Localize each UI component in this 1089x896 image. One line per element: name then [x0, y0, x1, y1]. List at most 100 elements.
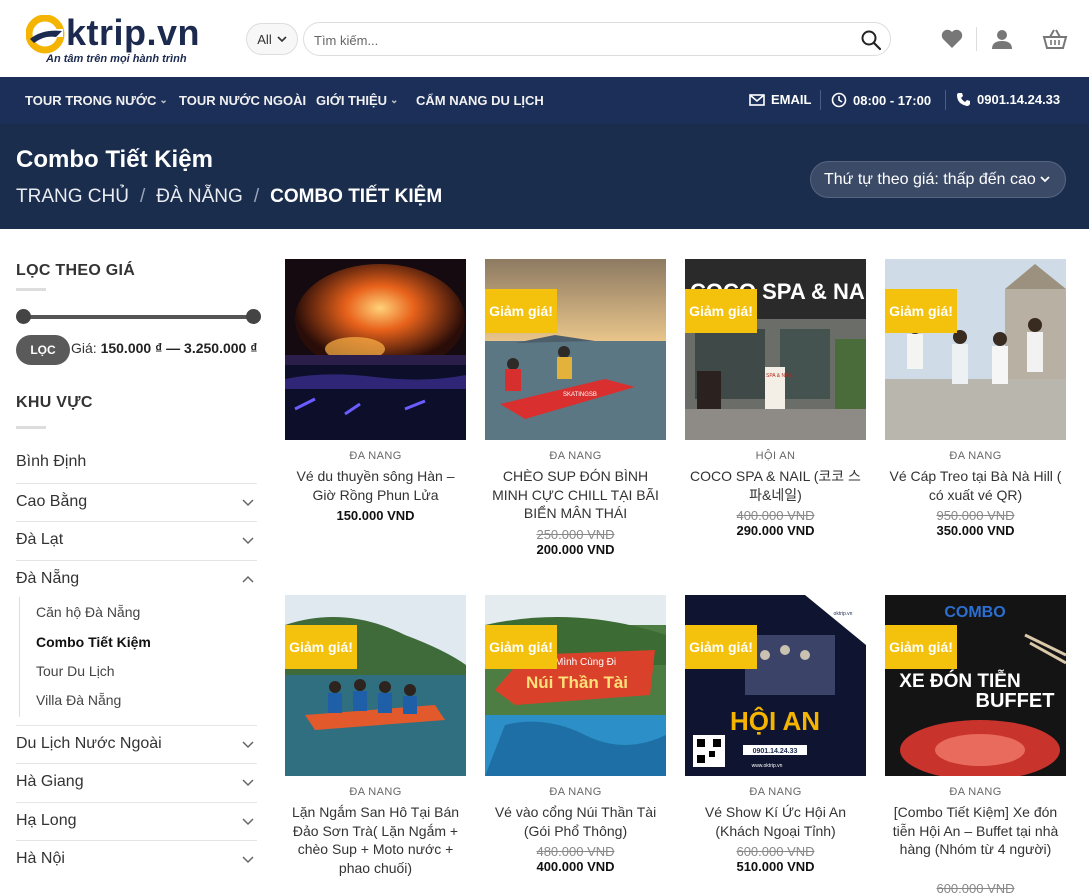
product-category: ĐA NANG — [949, 450, 1002, 462]
product-price: 350.000 VND — [936, 523, 1015, 538]
search-box — [303, 22, 891, 56]
breadcrumb-home[interactable]: TRANG CHỦ — [16, 186, 129, 208]
product-image[interactable]: Nào Mình Cùng Đi Núi Thần Tài — [485, 595, 666, 776]
category-binh-dinh[interactable]: Bình Định — [16, 444, 257, 482]
product-name[interactable]: [Combo Tiết Kiệm] Xe đón tiễn Hội An – B… — [889, 803, 1062, 859]
search-icon[interactable] — [860, 29, 882, 51]
chevron-down-icon[interactable] — [241, 775, 255, 789]
category-ha-noi[interactable]: Hà Nội — [16, 840, 257, 878]
category-label: Du Lịch Nước Ngoài — [16, 735, 162, 752]
breadcrumb: TRANG CHỦ / ĐÀ NẴNG / COMBO TIẾT KIỆM — [16, 186, 442, 208]
sort-order-value: Thứ tự theo giá: thấp đến cao — [824, 170, 1036, 188]
combo-line1-text: XE ĐÓN TIỄN — [899, 670, 1020, 692]
search-category-select[interactable]: All — [246, 23, 298, 55]
product-image[interactable]: COCO SPA & NAIL SPA & NAIL — [685, 259, 866, 440]
chevron-down-icon[interactable] — [241, 852, 255, 866]
chevron-up-icon[interactable] — [241, 572, 255, 586]
nav-label: TOUR NƯỚC NGOÀI — [179, 93, 307, 108]
product-name[interactable]: Vé du thuyền sông Hàn – Giờ Rồng Phun Lử… — [289, 467, 462, 504]
price-slider-track — [24, 315, 254, 319]
heading-underline — [16, 426, 46, 429]
product-price: 290.000 VND — [736, 523, 815, 538]
product-category: HỘI AN — [755, 450, 796, 462]
subcategory-villa[interactable]: Villa Đà Nẵng — [36, 692, 121, 708]
product-image[interactable] — [285, 259, 466, 440]
category-da-nang[interactable]: Đà Nẵng — [16, 560, 257, 598]
nav-label: CẨM NANG DU LỊCH — [416, 93, 544, 108]
category-da-lat[interactable]: Đà Lạt — [16, 521, 257, 559]
nav-tour-trong-nuoc[interactable]: TOUR TRONG NƯỚC ⌄ — [25, 93, 168, 108]
sale-badge: Giảm giá! — [685, 625, 757, 669]
sort-order-select[interactable]: Thứ tự theo giá: thấp đến cao — [810, 161, 1066, 198]
product-price: 150.000 VND — [336, 508, 415, 523]
sup-sunrise-image: SKATINGSB — [485, 259, 666, 440]
chevron-down-icon[interactable] — [241, 533, 255, 547]
hoi-an-phone: 0901.14.24.33 — [753, 748, 798, 755]
product-old-price: 600.000 VND — [936, 881, 1015, 896]
product-name[interactable]: Vé Show Kí Ức Hội An (Khách Ngoại Tỉnh) — [689, 803, 862, 840]
product-name[interactable]: Vé Cáp Treo tại Bà Nà Hill ( có xuất vé … — [889, 467, 1062, 504]
product-image[interactable] — [885, 259, 1066, 440]
nav-cam-nang[interactable]: CẨM NANG DU LỊCH — [416, 93, 544, 108]
product-image[interactable]: oktrip.vn HỘI AN 0901.14.24.33 www.oktri… — [685, 595, 866, 776]
product-old-price: 480.000 VND — [536, 844, 615, 859]
product-category: ĐA NANG — [749, 786, 802, 798]
category-ha-long[interactable]: Hạ Long — [16, 802, 257, 840]
nav-divider — [945, 90, 946, 110]
category-label: Hà Nội — [16, 850, 65, 867]
product-category: ĐA NANG — [949, 786, 1002, 798]
nav-tour-nuoc-ngoai[interactable]: TOUR NƯỚC NGOÀI — [179, 93, 306, 108]
subcategory-tour-du-lich[interactable]: Tour Du Lịch — [36, 663, 115, 679]
area-heading: KHU VỰC — [16, 394, 93, 411]
chevron-down-icon[interactable] — [241, 737, 255, 751]
product-old-price: 250.000 VND — [536, 527, 615, 542]
price-filter-button[interactable]: LỌC — [16, 335, 70, 365]
product-name[interactable]: COCO SPA & NAIL (코코 스파&네일) — [689, 467, 862, 504]
product-price: 510.000 VND — [736, 859, 815, 874]
product-image[interactable]: SKATINGSB — [485, 259, 666, 440]
sale-badge: Giảm giá! — [685, 289, 757, 333]
nav-phone-link[interactable]: 0901.14.24.33 — [956, 92, 1060, 107]
product-name[interactable]: CHÈO SUP ĐÓN BÌNH MINH CỰC CHILL TẠI BÃI… — [489, 467, 662, 523]
category-du-lich-nuoc-ngoai[interactable]: Du Lịch Nước Ngoài — [16, 725, 257, 763]
nav-email-link[interactable]: EMAIL — [749, 92, 811, 107]
price-filter-heading: LỌC THEO GIÁ — [16, 262, 136, 279]
breadcrumb-da-nang[interactable]: ĐÀ NẴNG — [156, 186, 243, 208]
subcategory-combo-tiet-kiem[interactable]: Combo Tiết Kiệm — [36, 634, 151, 650]
category-ha-giang[interactable]: Hà Giang — [16, 763, 257, 801]
search-input[interactable] — [314, 30, 854, 50]
nav-hours-label: 08:00 - 17:00 — [853, 92, 932, 108]
subcategory-list: Căn hộ Đà Nẵng Combo Tiết Kiệm Tour Du L… — [19, 597, 249, 717]
account-user-icon[interactable] — [990, 28, 1014, 50]
product-image[interactable]: COMBO XE ĐÓN TIỄN BUFFET — [885, 595, 1066, 776]
cart-basket-icon[interactable] — [1042, 28, 1068, 50]
chevron-down-icon[interactable] — [241, 814, 255, 828]
category-label: Bình Định — [16, 453, 87, 470]
hoi-an-title: HỘI AN — [730, 706, 820, 736]
product-name[interactable]: Vé vào cổng Núi Thần Tài (Gói Phổ Thông) — [489, 803, 662, 840]
product-image[interactable] — [285, 595, 466, 776]
price-slider-min-handle[interactable] — [16, 309, 31, 324]
product-category: ĐA NANG — [549, 786, 602, 798]
category-label: Cao Bằng — [16, 493, 88, 510]
product-price: 200.000 VND — [536, 542, 615, 557]
header-divider — [976, 27, 977, 51]
site-logo[interactable]: ktrip.vn An tâm trên mọi hành trình — [26, 12, 211, 68]
product-old-price: 950.000 VND — [936, 508, 1015, 523]
chevron-down-icon[interactable] — [241, 495, 255, 509]
kayak-text: SKATINGSB — [563, 392, 597, 398]
product-old-price: 400.000 VND — [736, 508, 815, 523]
product-name[interactable]: Lặn Ngắm San Hô Tại Bán Đảo Sơn Trà( Lặn… — [289, 803, 462, 877]
ba-na-hills-image — [885, 259, 1066, 440]
phone-icon — [957, 93, 970, 106]
wishlist-heart-icon[interactable] — [940, 28, 964, 50]
category-cao-bang[interactable]: Cao Bằng — [16, 483, 257, 521]
product-old-price: 600.000 VND — [736, 844, 815, 859]
nav-label: GIỚI THIỆU — [316, 93, 388, 108]
nav-gioi-thieu[interactable]: GIỚI THIỆU ⌄ — [316, 93, 398, 108]
price-slider-max-handle[interactable] — [246, 309, 261, 324]
sidebar: LỌC THEO GIÁ LỌC Giá: 150.000 ₫ — 3.250.… — [16, 229, 261, 885]
subcategory-can-ho[interactable]: Căn hộ Đà Nẵng — [36, 604, 140, 620]
product-category: ĐA NANG — [349, 786, 402, 798]
category-label: Hà Giang — [16, 773, 84, 790]
